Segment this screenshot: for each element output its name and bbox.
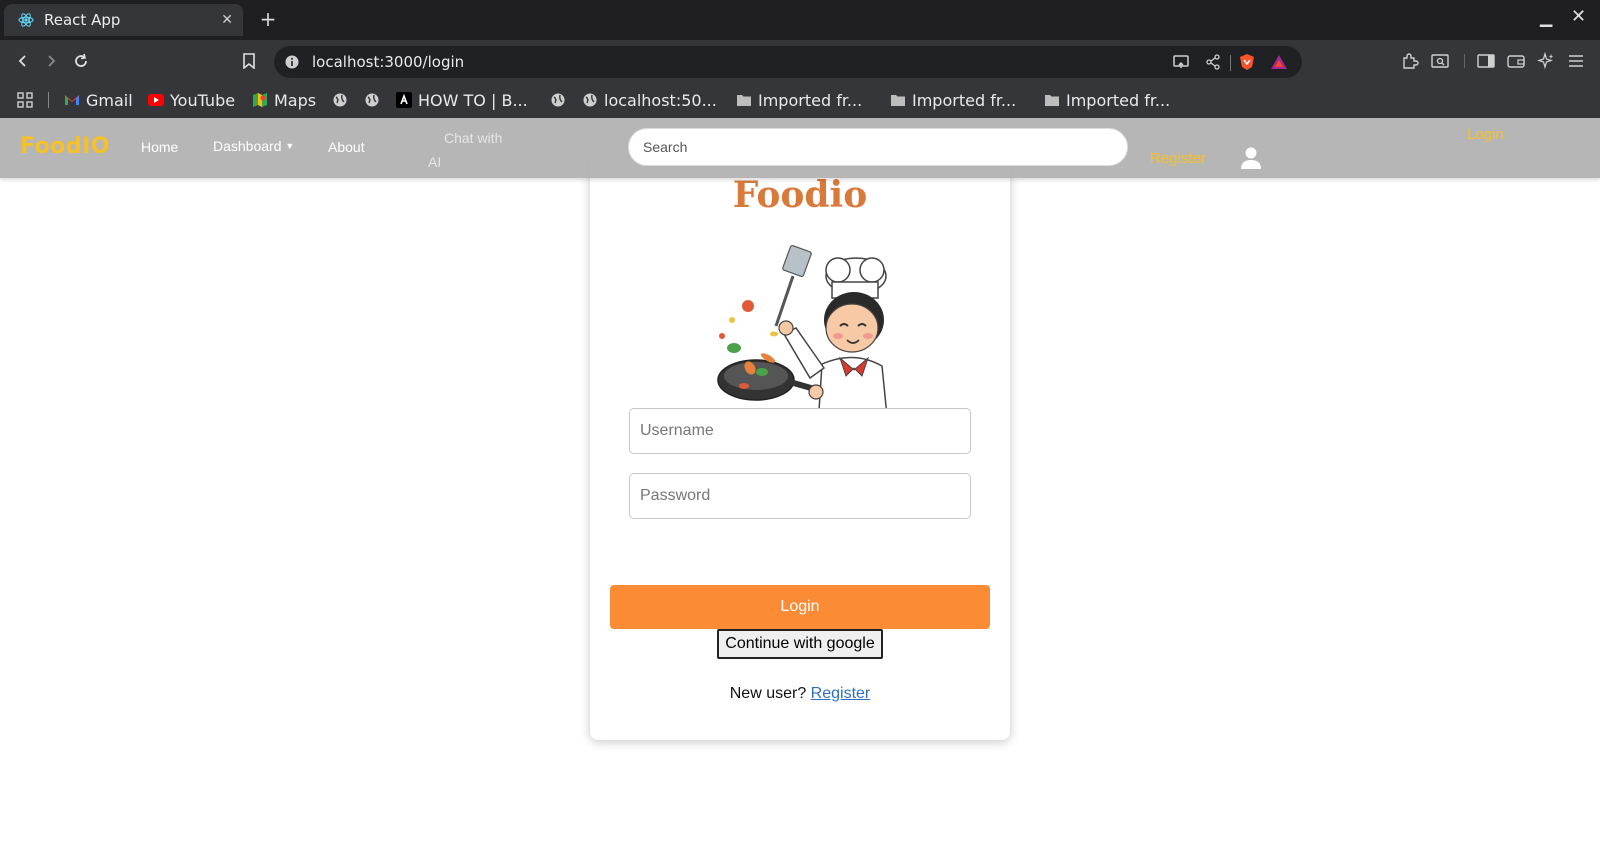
leo-ai-icon[interactable]: [1536, 51, 1556, 71]
google-login-button[interactable]: Continue with google: [717, 629, 883, 659]
nav-chat-line2: AI: [428, 154, 442, 170]
register-link[interactable]: Register: [811, 685, 871, 702]
globe-icon: [364, 92, 380, 108]
reload-icon[interactable]: [70, 50, 92, 72]
forward-icon[interactable]: [40, 50, 62, 72]
new-user-text: New user?: [729, 685, 807, 702]
bookmark-gmail[interactable]: Gmail: [64, 88, 133, 112]
nav-register[interactable]: Register: [1150, 150, 1206, 167]
bookmark-maps[interactable]: Maps: [252, 88, 316, 112]
share-icon[interactable]: [1204, 53, 1222, 71]
globe-icon: [550, 92, 566, 108]
bookmark-globe-1[interactable]: [332, 88, 354, 112]
nav-home[interactable]: Home: [141, 139, 178, 155]
tab-title: React App: [44, 11, 121, 29]
minimize-icon[interactable]: ▁: [1540, 8, 1552, 27]
page-content: Foodio Username Login Continue with goog…: [0, 118, 1600, 868]
tab-search-icon[interactable]: [1430, 51, 1450, 71]
browser-toolbar: localhost:3000/login: [0, 40, 1600, 82]
new-user-prompt: New user? Register: [590, 685, 1010, 703]
site-icon: [396, 92, 412, 108]
nav-login[interactable]: Login: [1467, 126, 1504, 143]
bookmark-how-to[interactable]: HOW TO | B...: [396, 88, 528, 112]
browser-tab[interactable]: React App ✕: [4, 4, 243, 36]
brave-rewards-icon[interactable]: [1270, 53, 1288, 71]
apps-icon[interactable]: [16, 88, 34, 112]
chef-illustration: [717, 244, 889, 427]
bookmark-icon[interactable]: [238, 50, 260, 72]
omnibox-divider: [1230, 55, 1231, 71]
bookmark-globe-3[interactable]: [550, 88, 572, 112]
menu-icon[interactable]: [1566, 51, 1586, 71]
login-title: Foodio: [732, 174, 868, 216]
react-icon: [18, 12, 34, 28]
nav-chat-line1: Chat with: [444, 130, 503, 146]
nav-dashboard[interactable]: Dashboard ▼: [213, 138, 294, 154]
search-input[interactable]: [628, 128, 1128, 166]
back-icon[interactable]: [12, 50, 34, 72]
wallet-icon[interactable]: [1506, 51, 1526, 71]
username-field[interactable]: [629, 408, 971, 454]
gmail-icon: [64, 92, 80, 108]
bookmark-folder-1[interactable]: Imported fr...: [736, 88, 862, 112]
globe-icon: [332, 92, 348, 108]
login-button[interactable]: Login: [610, 585, 990, 629]
toolbar-divider: [1464, 54, 1465, 68]
bookmark-localhost[interactable]: localhost:50...: [582, 88, 717, 112]
globe-icon: [582, 92, 598, 108]
brave-shields-icon[interactable]: [1238, 53, 1256, 71]
folder-icon: [1044, 92, 1060, 108]
url-text: localhost:3000/login: [312, 53, 465, 71]
maps-icon: [252, 92, 268, 108]
bookmarks-bar: Gmail YouTube Maps HOW TO | B... localho…: [0, 82, 1600, 118]
new-tab-icon[interactable]: +: [256, 7, 280, 31]
bookmark-folder-2[interactable]: Imported fr...: [890, 88, 1016, 112]
folder-icon: [890, 92, 906, 108]
youtube-icon: [148, 92, 164, 108]
browser-tab-bar: React App ✕ + ▁ ✕: [0, 0, 1600, 40]
bookmark-folder-3[interactable]: Imported fr...: [1044, 88, 1170, 112]
address-bar[interactable]: localhost:3000/login: [274, 46, 1302, 78]
brand-logo[interactable]: FoodIO: [20, 134, 110, 159]
caret-down-icon: ▼: [285, 141, 295, 151]
login-card: Foodio Username Login Continue with goog…: [590, 154, 1010, 740]
extensions-icon[interactable]: [1400, 51, 1420, 71]
bookmark-youtube[interactable]: YouTube: [148, 88, 235, 112]
cast-icon[interactable]: [1172, 53, 1190, 71]
password-field[interactable]: [629, 473, 971, 519]
folder-icon: [736, 92, 752, 108]
close-window-icon[interactable]: ✕: [1571, 6, 1586, 27]
sidebar-icon[interactable]: [1476, 51, 1496, 71]
nav-chat-ai[interactable]: Chat with AI: [428, 126, 508, 174]
user-icon[interactable]: [1240, 146, 1262, 170]
site-navbar: FoodIO Home Dashboard ▼ About Chat with …: [0, 118, 1600, 178]
site-info-icon[interactable]: [284, 54, 300, 70]
nav-dashboard-label: Dashboard: [213, 138, 282, 154]
bookmarks-divider: [48, 92, 49, 108]
close-tab-icon[interactable]: ✕: [221, 12, 233, 28]
bookmark-globe-2[interactable]: [364, 88, 386, 112]
nav-about[interactable]: About: [328, 139, 365, 155]
